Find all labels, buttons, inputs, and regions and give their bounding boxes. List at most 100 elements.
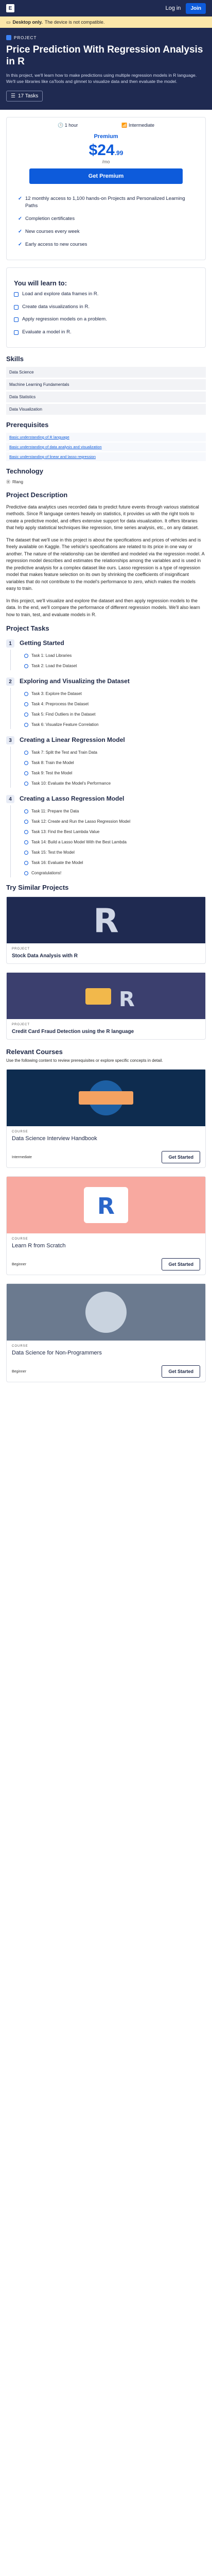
skill-tag[interactable]: Machine Learning Fundamentals xyxy=(6,379,206,390)
task-item[interactable]: Task 1: Load Libraries xyxy=(10,650,206,660)
task-item[interactable]: Task 5: Find Outliers in the Dataset xyxy=(10,708,206,719)
price-period: /mo xyxy=(102,159,110,165)
feature-item: ✓ New courses every week xyxy=(18,228,194,235)
tasks-list: 1 Getting Started Task 1: Load Libraries Ta… xyxy=(0,639,212,878)
task-item[interactable]: Congratulations! xyxy=(10,867,206,878)
course-card[interactable]: COURSE Data Science Interview Handbook In… xyxy=(6,1069,206,1168)
task-item[interactable]: Task 12: Create and Run the Lasso Regres… xyxy=(10,816,206,826)
card-title: Credit Card Fraud Detection using the R … xyxy=(12,1029,134,1035)
task-label: Task 9: Test the Model xyxy=(31,771,73,776)
get-started-button[interactable]: Get Started xyxy=(162,1365,200,1378)
course-thumbnail: R xyxy=(7,1177,205,1234)
list-icon: ☰ xyxy=(11,93,15,99)
banner-text: The device is not compatible. xyxy=(44,20,105,25)
logo-icon[interactable]: E xyxy=(6,4,14,12)
card-kind: COURSE xyxy=(12,1238,28,1241)
task-icon xyxy=(24,691,28,696)
get-started-button[interactable]: Get Started xyxy=(162,1258,200,1271)
task-item[interactable]: Task 14: Build a Lasso Model With the Be… xyxy=(10,836,206,847)
learn-text: Apply regression models on a problem. xyxy=(22,316,107,323)
description-paragraph: The dataset that we'll use in this proje… xyxy=(6,537,205,591)
skill-tag[interactable]: Data Visualization xyxy=(6,403,206,415)
card-kind: PROJECT xyxy=(12,947,30,951)
task-label: Task 1: Load Libraries xyxy=(31,653,72,658)
get-started-button[interactable]: Get Started xyxy=(162,1151,200,1164)
task-item[interactable]: Task 10: Evaluate the Model's Performanc… xyxy=(10,777,206,788)
task-item[interactable]: Task 8: Train the Model xyxy=(10,757,206,768)
chapter-title: Creating a Linear Regression Model xyxy=(20,736,125,744)
task-item[interactable]: Task 13: Find the Best Lambda Value xyxy=(10,826,206,837)
card-kind: PROJECT xyxy=(12,1023,30,1027)
chapter-title: Getting Started xyxy=(20,639,64,647)
svg-text:R: R xyxy=(97,1193,115,1219)
card-kind: COURSE xyxy=(12,1130,28,1134)
monitor-icon: ▭ xyxy=(6,19,11,25)
learn-item: Apply regression models on a problem. xyxy=(14,316,198,323)
level: 📶 Intermediate xyxy=(121,123,154,128)
chapter-number: 3 xyxy=(6,736,14,745)
task-icon xyxy=(24,809,28,814)
feature-item: ✓ 12 monthly access to 1,100 hands-on Pro… xyxy=(18,195,194,209)
checkbox-icon xyxy=(14,330,19,335)
prereq-link[interactable]: Basic understanding of linear and lasso … xyxy=(6,452,206,461)
card-title: Data Science for Non-Programmers xyxy=(12,1350,102,1357)
join-button[interactable]: Join xyxy=(186,3,206,14)
task-icon xyxy=(24,722,28,727)
skills-section: Skills Data Science Machine Learning Fun… xyxy=(0,355,212,485)
prereq-link[interactable]: Basic understanding of data analysis and… xyxy=(6,442,206,451)
task-item[interactable]: Task 7: Split the Test and Train Data xyxy=(10,747,206,757)
task-label: Task 10: Evaluate the Model's Performanc… xyxy=(31,781,111,786)
skill-tag[interactable]: Data Statistics xyxy=(6,391,206,402)
compat-banner: ▭ Desktop only. The device is not compat… xyxy=(0,16,212,28)
task-label: Task 12: Create and Run the Lasso Regres… xyxy=(31,819,131,824)
project-thumbnail: R xyxy=(7,897,205,944)
tech-title: Technology xyxy=(6,467,43,475)
task-label: Task 15: Test the Model xyxy=(31,850,75,855)
level-value: Intermediate xyxy=(128,123,154,128)
task-item[interactable]: Task 2: Load the Dataset xyxy=(10,660,206,671)
courses-desc: Use the following content to review prer… xyxy=(6,1058,163,1063)
task-icon xyxy=(24,829,28,834)
tasks-title: Project Tasks xyxy=(6,624,49,633)
course-card[interactable]: COURSE Data Science for Non-Programmers B… xyxy=(6,1283,206,1383)
login-link[interactable]: Log in xyxy=(165,5,181,11)
checkbox-icon xyxy=(14,304,19,310)
similar-project-card[interactable]: R PROJECT Credit Card Fraud Detection usi… xyxy=(6,972,206,1040)
chapter-title: Creating a Lasso Regression Model xyxy=(20,795,125,803)
task-item[interactable]: Task 4: Preprocess the Dataset xyxy=(10,698,206,709)
task-label: Task 5: Find Outliers in the Dataset xyxy=(31,712,96,717)
project-description: Predictive data analytics uses recorded … xyxy=(0,504,212,619)
course-card[interactable]: R COURSE Learn R from Scratch Beginner Get… xyxy=(6,1176,206,1276)
skill-tag[interactable]: Data Science xyxy=(6,366,206,378)
card-title: Stock Data Analysis with R xyxy=(12,953,78,959)
feature-text: Early access to new courses xyxy=(25,242,87,248)
similar-project-card[interactable]: R PROJECT Stock Data Analysis with R xyxy=(6,896,206,964)
chapter-header: 3 Creating a Linear Regression Model xyxy=(6,736,206,745)
learn-title: You will learn to: xyxy=(14,279,67,287)
description-title: Project Description xyxy=(6,490,68,499)
get-premium-button[interactable]: Get Premium xyxy=(29,168,183,184)
task-icon xyxy=(24,850,28,855)
chapter-header: 1 Getting Started xyxy=(6,639,206,648)
skills-title: Skills xyxy=(6,354,24,363)
course-level: Intermediate xyxy=(12,1155,32,1159)
chapter-header: 4 Creating a Lasso Regression Model xyxy=(6,795,206,804)
task-label: Task 6: Visualize Feature Correlation xyxy=(31,722,99,727)
task-item[interactable]: Task 11: Prepare the Data xyxy=(10,805,206,816)
similar-title: Try Similar Projects xyxy=(6,884,69,892)
prereq-link[interactable]: Basic understanding of R language xyxy=(6,432,206,442)
check-icon: ✓ xyxy=(18,229,22,235)
task-item[interactable]: Task 16: Evaluate the Model xyxy=(10,857,206,868)
task-icon xyxy=(24,653,28,658)
task-icon xyxy=(24,860,28,865)
task-item[interactable]: Task 3: Explore the Dataset xyxy=(10,688,206,699)
price-main: $24 xyxy=(89,142,115,159)
svg-text:R: R xyxy=(93,902,118,938)
check-icon: ✓ xyxy=(18,196,22,202)
learn-item: Load and explore data frames in R. xyxy=(14,291,198,298)
task-item[interactable]: Task 6: Visualize Feature Correlation xyxy=(10,719,206,730)
task-item[interactable]: Task 15: Test the Model xyxy=(10,846,206,857)
feature-item: ✓ Early access to new courses xyxy=(18,241,194,248)
task-item[interactable]: Task 9: Test the Model xyxy=(10,767,206,778)
learn-text: Create data visualizations in R. xyxy=(22,303,90,310)
